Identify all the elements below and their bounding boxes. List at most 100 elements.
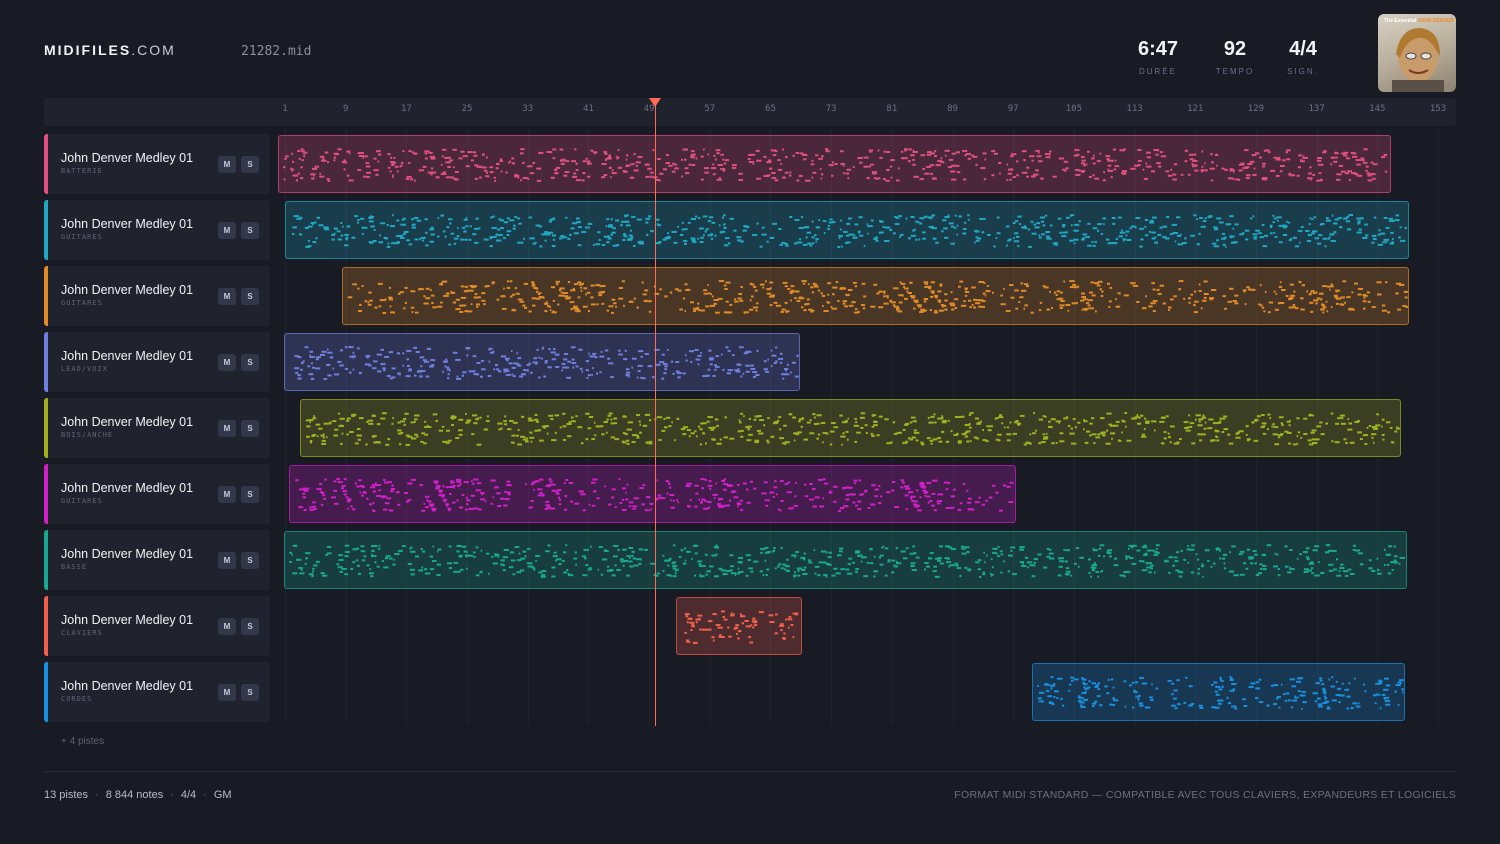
solo-button[interactable]: S [241, 288, 259, 305]
midi-note [1070, 286, 1075, 289]
ruler-tick: 145 [1369, 104, 1386, 114]
midi-clip[interactable] [288, 465, 1017, 523]
midi-note [738, 179, 744, 181]
mute-button[interactable]: M [218, 156, 236, 173]
track-header[interactable]: John Denver Medley 01 GUITARES M S [44, 266, 270, 326]
mute-button[interactable]: M [218, 420, 236, 437]
midi-note [733, 229, 737, 232]
midi-note [735, 624, 740, 627]
midi-note [1060, 291, 1064, 294]
midi-note [721, 610, 726, 613]
midi-clip[interactable] [676, 597, 802, 655]
solo-button[interactable]: S [241, 420, 259, 437]
midi-note [548, 478, 552, 481]
midi-note [1309, 166, 1312, 169]
midi-note [847, 438, 849, 441]
midi-note [382, 479, 386, 481]
timeline-ruler[interactable]: 1 9 17 25 33 41 49 57 65 73 81 89 97 105 113 121 129 137 1… [44, 98, 1456, 126]
midi-note [1000, 553, 1003, 556]
brand-logo[interactable]: MIDIFILES.COM [44, 42, 176, 58]
midi-note [773, 422, 779, 425]
midi-note [1333, 160, 1338, 163]
mute-button[interactable]: M [218, 618, 236, 635]
midi-note [1371, 570, 1376, 572]
solo-button[interactable]: S [241, 156, 259, 173]
midi-clip[interactable] [342, 267, 1409, 325]
midi-note [1176, 703, 1181, 706]
mute-button[interactable]: M [218, 552, 236, 569]
midi-note [984, 561, 986, 564]
midi-note [812, 242, 815, 245]
midi-note [995, 417, 999, 420]
midi-note [1279, 170, 1283, 173]
midi-note [800, 425, 804, 428]
midi-note [383, 369, 386, 372]
midi-note [1114, 159, 1117, 162]
midi-note [1170, 298, 1175, 301]
midi-note [479, 416, 482, 419]
solo-button[interactable]: S [241, 684, 259, 701]
midi-note [311, 570, 314, 573]
midi-note [372, 367, 377, 370]
solo-button[interactable]: S [241, 618, 259, 635]
midi-note [768, 159, 772, 162]
midi-note [708, 565, 714, 568]
midi-clip[interactable] [285, 201, 1409, 259]
midi-note [1035, 169, 1039, 172]
midi-note [988, 496, 992, 499]
track-header[interactable]: John Denver Medley 01 LEAD/VOIX M S [44, 332, 270, 392]
midi-clip[interactable] [1031, 663, 1406, 721]
midi-note [591, 367, 594, 370]
midi-note [426, 500, 432, 503]
midi-note [909, 497, 912, 500]
midi-note [1368, 559, 1372, 562]
midi-note [509, 551, 515, 554]
midi-note [699, 428, 704, 431]
midi-note [1247, 438, 1252, 441]
midi-note [1017, 215, 1022, 218]
track-header[interactable]: John Denver Medley 01 BASSE M S [44, 530, 270, 590]
midi-note [475, 574, 480, 577]
mute-button[interactable]: M [218, 684, 236, 701]
midi-note [1007, 172, 1013, 175]
midi-note [772, 549, 775, 552]
track-header[interactable]: John Denver Medley 01 CLAVIERS M S [44, 596, 270, 656]
track-header[interactable]: John Denver Medley 01 BOIS/ANCHE M S [44, 398, 270, 458]
midi-note [848, 289, 853, 291]
midi-note [940, 161, 945, 164]
track-header[interactable]: John Denver Medley 01 BATTERIE M S [44, 134, 270, 194]
midi-note [512, 227, 516, 230]
midi-note [1349, 573, 1355, 575]
midi-clip[interactable] [283, 333, 800, 391]
solo-button[interactable]: S [241, 486, 259, 503]
mute-button[interactable]: M [218, 354, 236, 371]
midi-clip[interactable] [278, 135, 1392, 193]
midi-note [538, 356, 540, 359]
midi-note [1010, 153, 1017, 156]
track-header[interactable]: John Denver Medley 01 CORDES M S [44, 662, 270, 722]
playhead[interactable] [655, 100, 656, 726]
midi-note [1213, 245, 1219, 248]
solo-button[interactable]: S [241, 552, 259, 569]
midi-note [610, 436, 616, 439]
midi-note [1184, 237, 1187, 240]
midi-note [910, 421, 913, 424]
midi-clip[interactable] [300, 399, 1401, 457]
midi-note [868, 149, 874, 152]
midi-note [712, 375, 716, 377]
mute-button[interactable]: M [218, 222, 236, 239]
midi-note [631, 507, 636, 510]
more-tracks-link[interactable]: + 4 pistes [61, 736, 104, 747]
mute-button[interactable]: M [218, 486, 236, 503]
midi-note [1091, 564, 1097, 566]
midi-note [876, 177, 878, 180]
solo-button[interactable]: S [241, 222, 259, 239]
midi-note [840, 435, 846, 438]
solo-button[interactable]: S [241, 354, 259, 371]
midi-clip[interactable] [283, 531, 1407, 589]
midi-note [715, 355, 719, 358]
track-header[interactable]: John Denver Medley 01 GUITARES M S [44, 200, 270, 260]
track-header[interactable]: John Denver Medley 01 GUITARES M S [44, 464, 270, 524]
mute-button[interactable]: M [218, 288, 236, 305]
midi-note [796, 179, 800, 182]
